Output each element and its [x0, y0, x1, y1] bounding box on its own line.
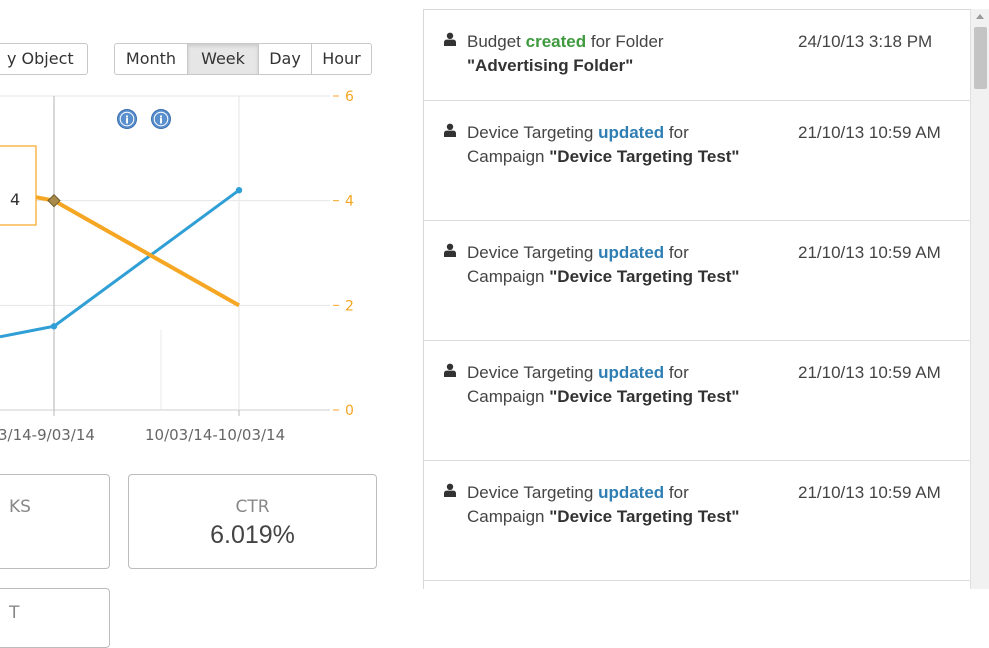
activity-subject: Device Targeting	[467, 243, 594, 262]
scroll-up-arrow[interactable]	[976, 14, 984, 19]
info-icon[interactable]: i	[117, 109, 137, 129]
kpi-label: KS	[9, 497, 31, 517]
user-icon	[444, 243, 456, 257]
activity-message: Device Targeting updated for Campaign "D…	[467, 121, 767, 169]
user-icon	[444, 483, 456, 497]
activity-item: Device Targeting updated for Campaign "D…	[424, 101, 970, 221]
activity-subject: Budget	[467, 32, 521, 51]
activity-action: updated	[598, 123, 665, 142]
chart-tooltip	[0, 145, 37, 226]
kpi-card-cost: T	[0, 588, 110, 648]
activity-timestamp: 21/10/13 10:59 AM	[798, 483, 941, 502]
data-point	[50, 323, 58, 330]
activity-target: "Device Targeting Test"	[549, 147, 740, 166]
kpi-card-ctr: CTR 6.019%	[128, 474, 377, 569]
data-point	[235, 187, 243, 194]
activity-target: "Device Targeting Test"	[549, 387, 740, 406]
activity-message: Device Targeting updated for Campaign "D…	[467, 241, 767, 289]
activity-subject: Device Targeting	[467, 123, 594, 142]
chart-tooltip-value: 4	[10, 190, 20, 209]
activity-preposition: for Folder	[590, 32, 664, 51]
activity-target: "Device Targeting Test"	[549, 267, 740, 286]
chart-grid	[0, 95, 330, 411]
kpi-value: 6.019%	[210, 521, 295, 549]
scrollbar-thumb[interactable]	[974, 27, 987, 89]
user-icon	[444, 363, 456, 377]
user-icon	[444, 123, 456, 137]
activity-action: created	[525, 32, 587, 51]
right-axis: 0 2 4 6	[333, 89, 354, 419]
x-tick-label: 3/14-9/03/14	[0, 426, 95, 444]
axis-tick-label: 4	[345, 194, 354, 210]
activity-subject: Device Targeting	[467, 483, 594, 502]
activity-timestamp: 24/10/13 3:18 PM	[798, 32, 933, 51]
kpi-label: CTR	[235, 497, 270, 517]
activity-subject: Device Targeting	[467, 363, 594, 382]
activity-message: Device Targeting updated for Campaign "D…	[467, 481, 767, 529]
axis-tick-label: 0	[345, 403, 354, 419]
activity-target: "Device Targeting Test"	[549, 507, 740, 526]
x-axis: 3/14-9/03/14 10/03/14-10/03/14	[0, 410, 285, 444]
performance-chart: 0 2 4 6 3/14-9/03/14 10/03/14-10/03/14 4 i i	[0, 89, 354, 444]
activity-item: Device Targeting updated for Campaign "D…	[424, 461, 970, 581]
activity-timestamp: 21/10/13 10:59 AM	[798, 243, 941, 262]
activity-timestamp: 21/10/13 10:59 AM	[798, 363, 941, 382]
kpi-label: T	[9, 603, 20, 623]
activity-feed: Budget created for Folder "Advertising F…	[423, 9, 971, 589]
svg-text:i: i	[159, 114, 163, 127]
activity-item: Device Targeting updated for Campaign "D…	[424, 221, 970, 341]
axis-tick-label: 2	[345, 298, 354, 314]
activity-target: "Advertising Folder"	[467, 56, 634, 75]
activity-item: Device Targeting updated for Campaign "D…	[424, 341, 970, 461]
activity-message: Budget created for Folder "Advertising F…	[467, 30, 767, 78]
activity-timestamp: 21/10/13 10:59 AM	[798, 123, 941, 142]
activity-message: Device Targeting updated for Campaign "D…	[467, 361, 767, 409]
svg-text:i: i	[125, 114, 129, 127]
user-icon	[444, 32, 456, 46]
activity-action: updated	[598, 363, 665, 382]
info-icon[interactable]: i	[151, 109, 171, 129]
activity-action: updated	[598, 243, 665, 262]
scrollbar[interactable]	[970, 9, 989, 589]
x-tick-label: 10/03/14-10/03/14	[145, 426, 285, 444]
kpi-card-clicks: KS	[0, 474, 110, 569]
activity-action: updated	[598, 483, 665, 502]
activity-item: Budget created for Folder "Advertising F…	[424, 10, 970, 101]
axis-tick-label: 6	[345, 89, 354, 105]
